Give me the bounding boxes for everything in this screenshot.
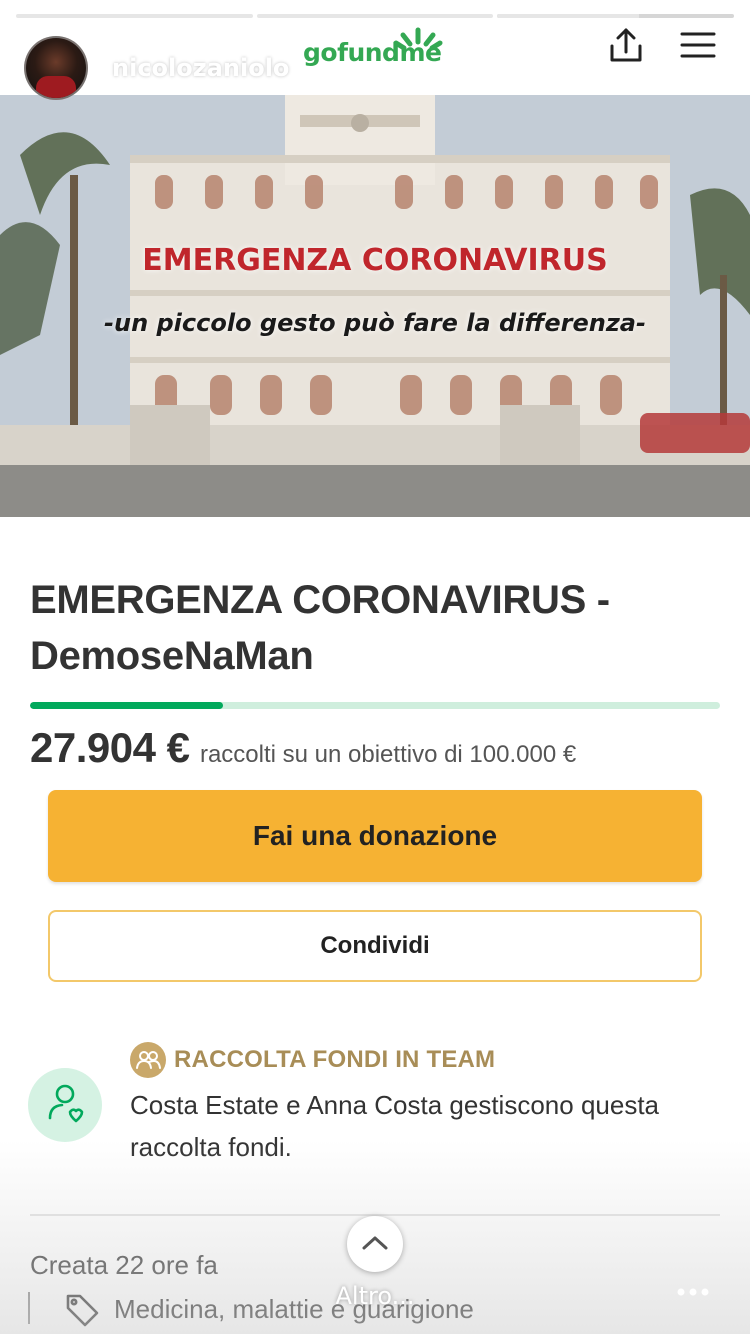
gofundme-wordmark: gofundme [303, 38, 442, 67]
campaign-title: EMERGENZA CORONAVIRUS - DemoseNaMan [30, 578, 610, 678]
chevron-up-icon[interactable] [347, 1216, 403, 1272]
donate-button[interactable]: Fai una donazione [48, 790, 702, 882]
people-icon [130, 1042, 166, 1078]
avatar-jersey [36, 76, 76, 98]
team-heading: RACCOLTA FONDI IN TEAM [174, 1046, 496, 1073]
story-progress-segment [497, 14, 735, 18]
menu-icon[interactable] [676, 24, 720, 68]
hero-headline: EMERGENZA CORONAVIRUS [142, 243, 608, 278]
goal-text: raccolti su un obiettivo di 100.000 € [199, 741, 577, 768]
share-icon[interactable] [604, 24, 648, 68]
gofundme-logo: gofundme [303, 26, 448, 72]
avatar[interactable] [24, 36, 88, 100]
raised-amount: 27.904 € [30, 724, 190, 771]
team-heart-icon [28, 1068, 102, 1142]
raised-summary: 27.904 € raccolti su un obiettivo di 100… [30, 724, 576, 772]
story-username[interactable]: nicolozaniolo [112, 54, 289, 82]
story-progress-segment [16, 14, 253, 18]
see-more-label[interactable]: Altro... [0, 1282, 750, 1310]
created-time: Creata 22 ore fa [30, 1250, 218, 1280]
story-progress-bars [16, 14, 735, 18]
fundraising-progress-bar [30, 702, 720, 709]
story-header: nicolozaniolo 1m gofundme [0, 24, 750, 104]
hospital-building-illustration [0, 95, 750, 517]
team-description: Costa Estate e Anna Costa gestiscono que… [130, 1090, 660, 1162]
hero-subheadline: -un piccolo gesto può fare la differenza… [104, 309, 646, 337]
share-button[interactable]: Condividi [48, 910, 702, 982]
campaign-hero-image: EMERGENZA CORONAVIRUS -un piccolo gesto … [0, 95, 750, 517]
fundraising-progress-fill [30, 702, 223, 709]
story-progress-segment [256, 14, 494, 18]
more-dots-icon[interactable] [676, 1284, 710, 1296]
